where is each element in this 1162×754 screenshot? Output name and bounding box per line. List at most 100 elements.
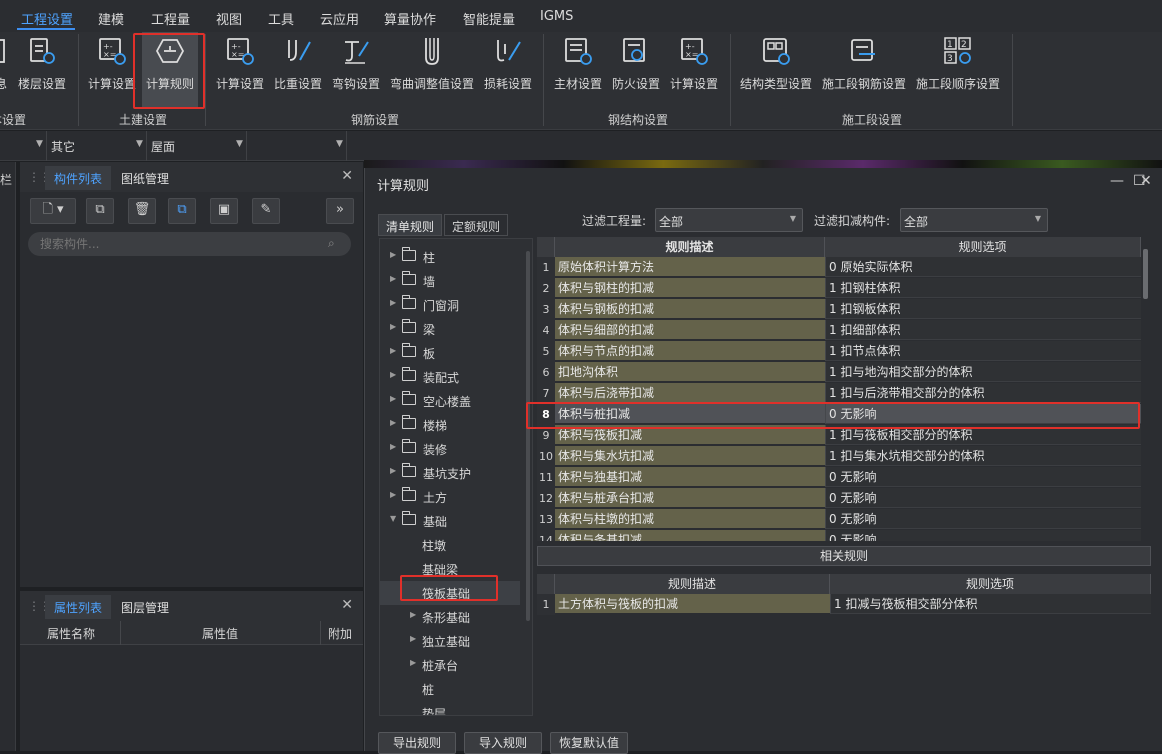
chevron-right-icon[interactable]: ▶ [410,610,416,619]
rule-option[interactable]: 0 无影响 [825,530,1141,541]
tree-node[interactable]: ▼ 基础 [380,509,520,533]
rule-row[interactable]: 7 体积与后浇带扣减 1 扣与后浇带相交部分的体积 [537,383,1141,404]
menu-modeling[interactable]: 建模 [98,9,124,28]
ribbon-segment-rebar-button[interactable]: 施工段钢筋设置 [819,32,909,108]
ribbon-info-button[interactable]: 息 [0,32,12,108]
menu-view[interactable]: 视图 [216,9,242,28]
rule-option[interactable]: 1 扣钢板体积 [825,299,1141,319]
component-type-dropdown[interactable]: 其它 [51,138,75,155]
ribbon-steel-calc-settings-button[interactable]: +- ×= 计算设置 [666,32,722,108]
chevron-down-icon[interactable]: ▼ [136,139,143,149]
new-component-button[interactable]: 🗋 ▾ [30,198,76,224]
collapsed-panel-strip[interactable]: 栏 [0,162,16,751]
menu-tools[interactable]: 工具 [268,9,294,28]
rule-option[interactable]: 1 扣细部体积 [825,320,1141,340]
minimize-icon[interactable]: — [1110,173,1124,189]
drawing-canvas[interactable] [364,160,1162,168]
chevron-right-icon[interactable]: ▶ [410,634,416,643]
tree-node[interactable]: ▶ 板 [380,341,520,365]
tree-node[interactable]: ▶ 楼梯 [380,413,520,437]
menu-igms[interactable]: IGMS [540,9,573,24]
tree-scrollbar[interactable] [526,251,530,621]
ribbon-main-material-button[interactable]: 主材设置 [550,32,606,108]
close-icon[interactable]: ✕ [341,597,353,613]
chevron-right-icon[interactable]: ▶ [390,322,396,331]
rule-row[interactable]: 2 体积与钢柱的扣减 1 扣钢柱体积 [537,278,1141,299]
tree-node[interactable]: ▶ 空心楼盖 [380,389,520,413]
tab-quota-rules[interactable]: 定额规则 [444,214,509,236]
ribbon-loss-settings-button[interactable]: 损耗设置 [481,32,535,108]
menu-project-settings[interactable]: 工程设置 [21,9,73,28]
tab-bill-rules[interactable]: 清单规则 [378,214,443,236]
edit-button[interactable]: ✎ [252,198,280,224]
chevron-right-icon[interactable]: ▶ [390,490,396,499]
chevron-down-icon[interactable]: ▼ [390,514,396,523]
tab-layer-manager[interactable]: 图层管理 [112,595,178,619]
chevron-right-icon[interactable]: ▶ [390,418,396,427]
rule-row[interactable]: 11 体积与独基扣减 0 无影响 [537,467,1141,488]
rule-option[interactable]: 1 扣钢柱体积 [825,278,1141,298]
tree-node[interactable]: ▶ 门窗洞 [380,293,520,317]
tab-component-list[interactable]: 构件列表 [45,166,112,190]
rule-row[interactable]: 12 体积与桩承台扣减 0 无影响 [537,488,1141,509]
component-search-input[interactable] [28,232,351,256]
ribbon-hook-settings-button[interactable]: 弯钩设置 [329,32,383,108]
tree-node[interactable]: ▶ 土方 [380,485,520,509]
chevron-right-icon[interactable]: ▶ [390,274,396,283]
close-icon[interactable]: ✕ [1140,173,1152,189]
ribbon-rebar-calc-settings-button[interactable]: +- ×= 计算设置 [212,32,268,108]
tree-node[interactable]: ▶ 桩承台 [380,653,520,677]
tab-drawing-manager[interactable]: 图纸管理 [112,166,178,190]
filter-quantity-select[interactable]: 全部 ▼ [655,208,803,232]
rule-row[interactable]: 3 体积与钢板的扣减 1 扣钢板体积 [537,299,1141,320]
rule-row[interactable]: 13 体积与柱墩的扣减 0 无影响 [537,509,1141,530]
menu-smart-extract[interactable]: 智能提量 [463,9,515,28]
tree-node[interactable]: ▶ 独立基础 [380,629,520,653]
chevron-right-icon[interactable]: ▶ [390,394,396,403]
rule-option[interactable]: 0 无影响 [825,509,1141,529]
chevron-right-icon[interactable]: ▶ [390,466,396,475]
copy-button[interactable]: ⧉ [86,198,114,224]
chevron-right-icon[interactable]: ▶ [390,346,396,355]
ribbon-structure-type-button[interactable]: 结构类型设置 [737,32,815,108]
tab-property-list[interactable]: 属性列表 [45,595,112,619]
rule-option[interactable]: 1 扣与后浇带相交部分的体积 [825,383,1141,403]
related-rule-option[interactable]: 1 扣减与筏板相交部分体积 [830,594,1151,614]
menu-collab[interactable]: 算量协作 [384,9,436,28]
rule-row[interactable]: 4 体积与细部的扣减 1 扣细部体积 [537,320,1141,341]
filter-deduct-select[interactable]: 全部 ▼ [900,208,1048,232]
grid-scrollbar[interactable] [1143,249,1148,299]
tree-node[interactable]: ▶ 柱 [380,245,520,269]
chevron-right-icon[interactable]: ▶ [390,298,396,307]
rule-option[interactable]: 0 原始实际体积 [825,257,1141,277]
tree-node[interactable]: ▶ 墙 [380,269,520,293]
rule-row[interactable]: 14 体积与条基扣减 0 无影响 [537,530,1141,541]
tree-node[interactable]: ▶ 装配式 [380,365,520,389]
tree-node[interactable]: ▶ 条形基础 [380,605,520,629]
close-icon[interactable]: ✕ [341,168,353,184]
component-dropdown[interactable]: 屋面 [151,138,175,155]
ribbon-segment-order-button[interactable]: 123 施工段顺序设置 [913,32,1003,108]
tree-node[interactable]: ▶ 基坑支护 [380,461,520,485]
chevron-down-icon[interactable]: ▼ [336,139,343,149]
layer-copy-button[interactable]: ⧉ [168,198,196,224]
save-template-button[interactable]: ▣ [210,198,238,224]
menu-cloud[interactable]: 云应用 [320,9,359,28]
rule-row[interactable]: 10 体积与集水坑扣减 1 扣与集水坑相交部分的体积 [537,446,1141,467]
ribbon-floor-settings-button[interactable]: 楼层设置 [15,32,69,108]
rule-row[interactable]: 5 体积与节点的扣减 1 扣节点体积 [537,341,1141,362]
tree-node[interactable]: 桩 [380,677,520,701]
tree-node[interactable]: 柱墩 [380,533,520,557]
chevron-right-icon[interactable]: ▶ [410,658,416,667]
ribbon-bend-adjust-button[interactable]: 弯曲调整值设置 [387,32,477,108]
tree-node[interactable]: 垫层 [380,701,520,715]
rule-option[interactable]: 1 扣与集水坑相交部分的体积 [825,446,1141,466]
delete-button[interactable]: 🗑 [128,198,156,224]
rule-option[interactable]: 1 扣节点体积 [825,341,1141,361]
chevron-down-icon[interactable]: ▼ [236,139,243,149]
menu-quantity[interactable]: 工程量 [151,9,190,28]
related-row[interactable]: 1 土方体积与筏板的扣减 1 扣减与筏板相交部分体积 [537,594,1151,615]
rule-option[interactable]: 0 无影响 [825,467,1141,487]
tree-node[interactable]: ▶ 梁 [380,317,520,341]
ribbon-calc-settings-button[interactable]: +- ×= 计算设置 [84,32,140,108]
